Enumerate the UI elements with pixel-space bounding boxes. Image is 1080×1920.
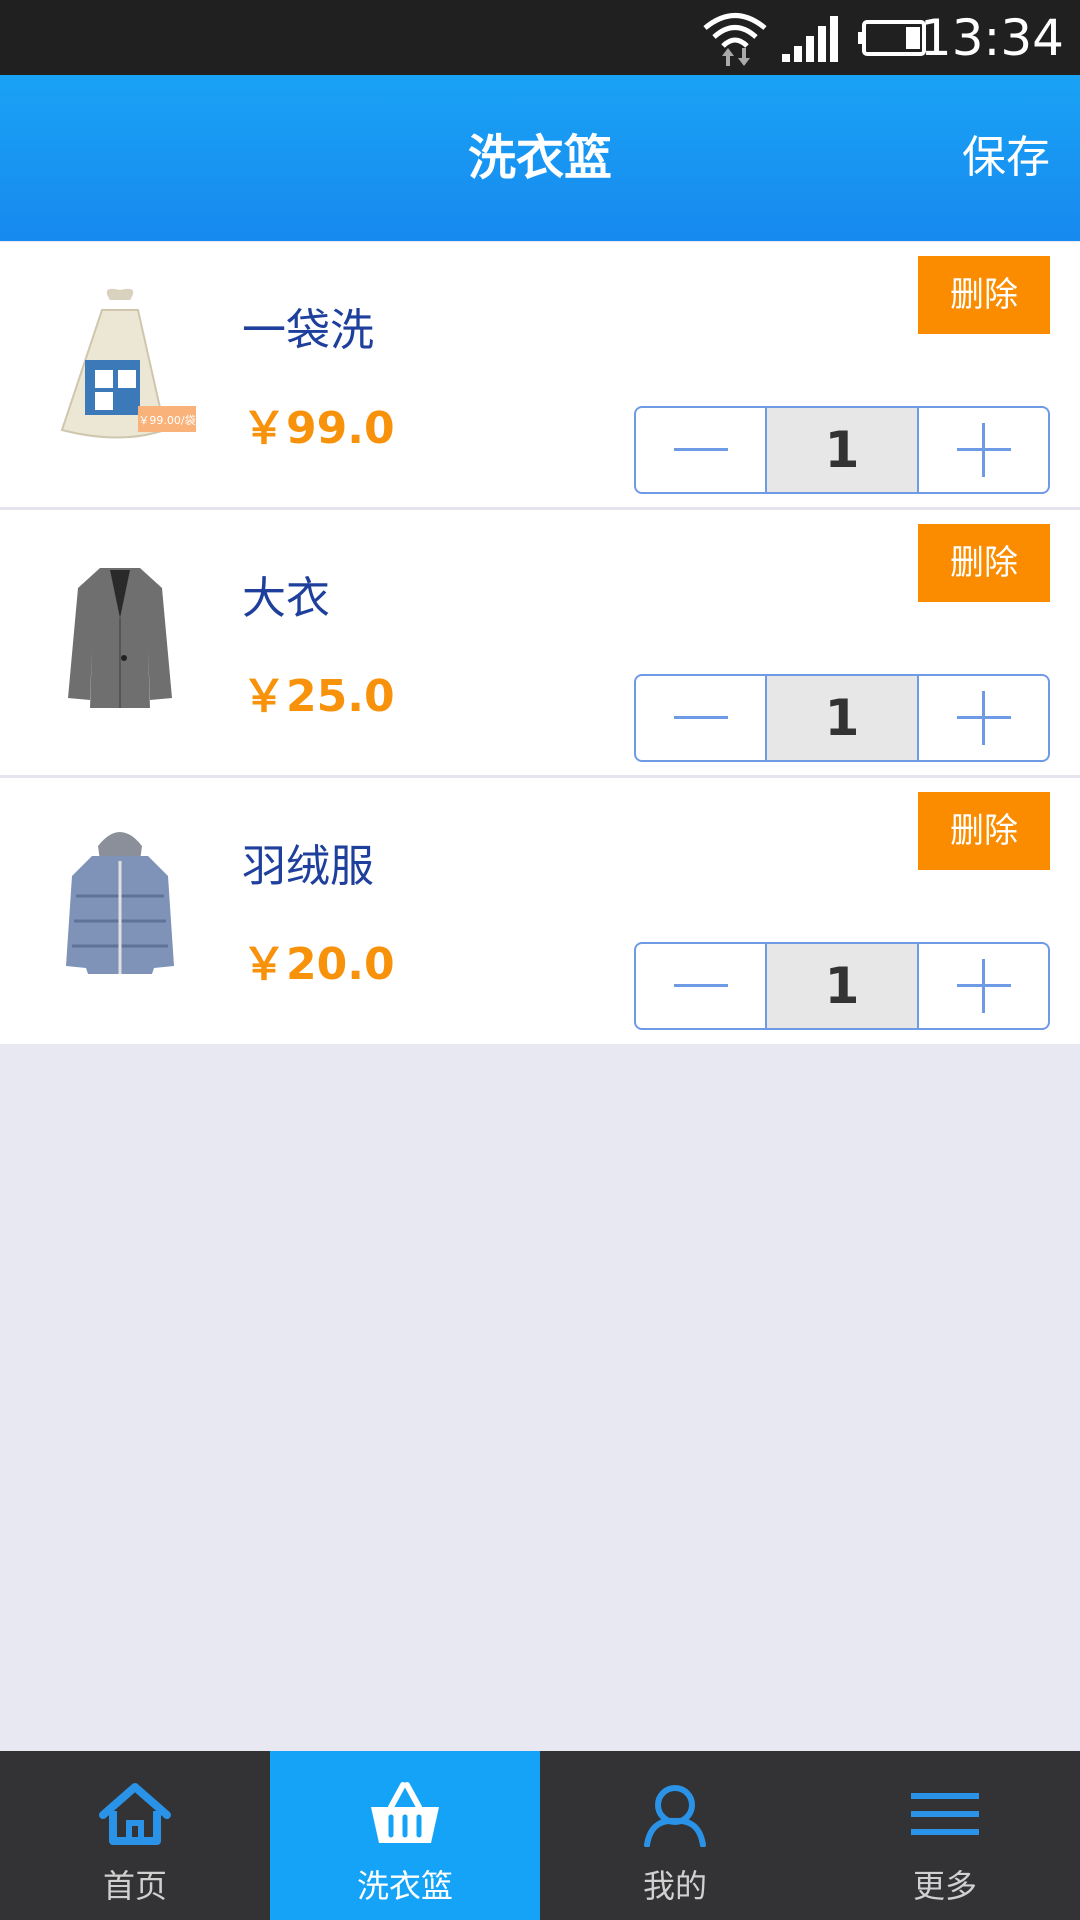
increase-button[interactable] [919, 408, 1048, 492]
decrease-button[interactable] [636, 676, 765, 760]
down-jacket-icon [66, 832, 174, 974]
item-price: ￥25.0 [242, 671, 395, 722]
item-name: 一袋洗 [242, 305, 374, 356]
thumb-price-tag: ￥99.00/袋 [138, 413, 195, 427]
wifi-icon [703, 13, 767, 66]
item-price: ￥20.0 [242, 939, 395, 990]
item-name: 羽绒服 [242, 841, 374, 892]
plus-icon [956, 959, 1011, 1013]
increase-button[interactable] [919, 676, 1048, 760]
coat-icon [68, 568, 172, 708]
menu-icon [911, 1793, 979, 1835]
basket-item: 大衣 ￥25.0 删除 1 [0, 510, 1080, 778]
decrease-button[interactable] [636, 408, 765, 492]
minus-icon [673, 716, 728, 719]
laundry-bag-icon: ￥99.00/袋 [60, 288, 196, 439]
nav-more[interactable]: 更多 [810, 1751, 1080, 1920]
bottom-nav: 首页 洗衣篮 我的 更多 [0, 1751, 1080, 1920]
basket-item: ￥99.00/袋 一袋洗 ￥99.0 删除 1 [0, 242, 1080, 510]
delete-button[interactable]: 删除 [918, 792, 1050, 870]
nav-label: 洗衣篮 [356, 1867, 453, 1905]
minus-icon [673, 984, 728, 987]
app-header: 洗衣篮 保存 [0, 75, 1080, 241]
nav-label: 更多 [912, 1867, 977, 1905]
page-title: 洗衣篮 [467, 130, 612, 186]
quantity-stepper: 1 [634, 942, 1050, 1030]
nav-label: 我的 [642, 1867, 707, 1905]
home-icon [99, 1783, 171, 1845]
nav-label: 首页 [102, 1867, 167, 1905]
decrease-button[interactable] [636, 944, 765, 1028]
quantity-stepper: 1 [634, 674, 1050, 762]
minus-icon [673, 448, 728, 451]
user-icon [644, 1785, 706, 1847]
item-name: 大衣 [242, 573, 330, 624]
nav-basket[interactable]: 洗衣篮 [270, 1751, 540, 1920]
quantity-value: 1 [765, 676, 919, 760]
quantity-stepper: 1 [634, 406, 1050, 494]
basket-icon [371, 1782, 439, 1843]
status-bar: 13:34 [0, 0, 1080, 75]
plus-icon [956, 423, 1011, 477]
basket-item: 羽绒服 ￥20.0 删除 1 [0, 778, 1080, 1044]
quantity-value: 1 [765, 944, 919, 1028]
nav-home[interactable]: 首页 [0, 1751, 270, 1920]
nav-mine[interactable]: 我的 [540, 1751, 810, 1920]
basket-list: ￥99.00/袋 一袋洗 ￥99.0 删除 1 大衣 ￥25.0 删除 1 羽绒… [0, 242, 1080, 1044]
delete-button[interactable]: 删除 [918, 524, 1050, 602]
status-time: 13:34 [919, 9, 1064, 67]
battery-icon [858, 20, 926, 56]
quantity-value: 1 [765, 408, 919, 492]
plus-icon [956, 691, 1011, 745]
save-button[interactable]: 保存 [962, 75, 1050, 241]
signal-icon [782, 16, 838, 62]
delete-button[interactable]: 删除 [918, 256, 1050, 334]
increase-button[interactable] [919, 944, 1048, 1028]
item-price: ￥99.0 [242, 403, 395, 454]
